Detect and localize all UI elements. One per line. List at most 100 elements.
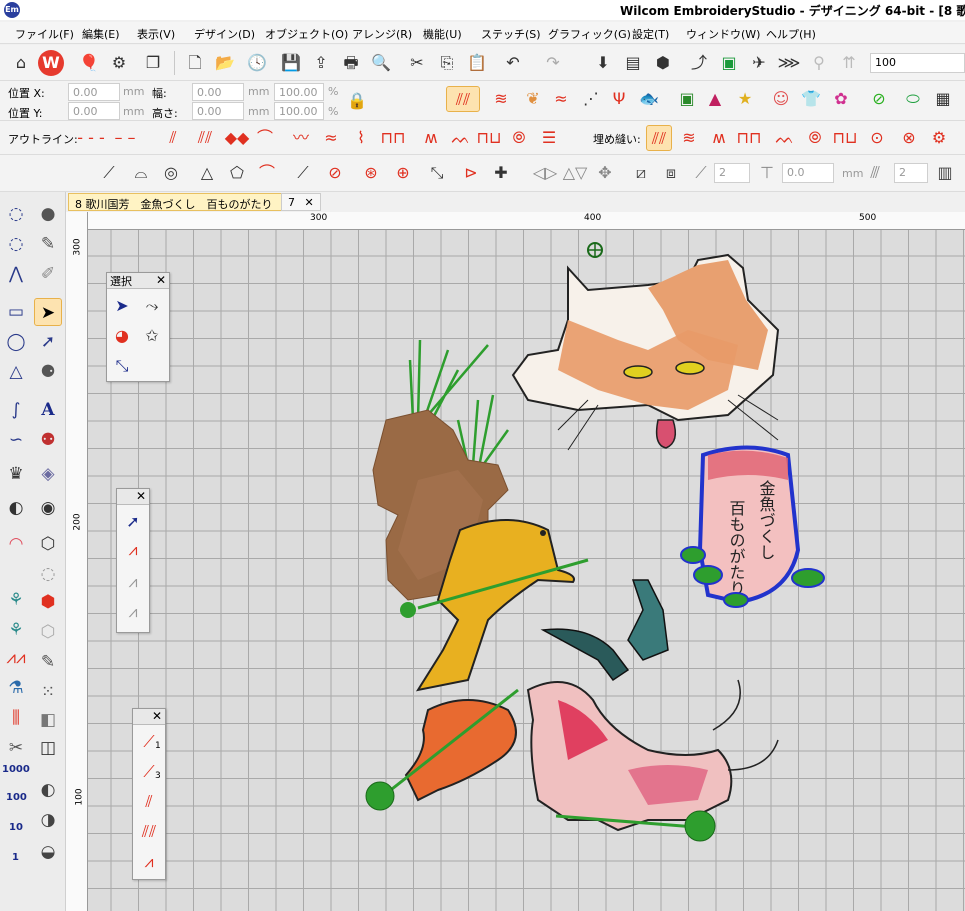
outline-wave-icon[interactable]: 〰 (288, 125, 314, 151)
tools-icon[interactable]: ⚙ (106, 50, 132, 76)
stitch-player-icon[interactable]: ◐ (34, 776, 62, 804)
dots-icon[interactable]: ⁙ (34, 678, 62, 706)
hexagon-icon[interactable]: ⬡ (34, 530, 62, 558)
lettering-icon[interactable]: A (34, 396, 62, 424)
stitch-forward-icon[interactable]: ◒ (34, 838, 62, 866)
freehand-icon[interactable]: ∫ (2, 396, 30, 424)
no-color-icon[interactable]: ⊘ (866, 86, 892, 112)
leaf-stitch-icon[interactable]: ❦ (520, 86, 546, 112)
width-field[interactable]: 0.00 (192, 83, 244, 101)
color-drop-icon[interactable]: ● (34, 200, 62, 228)
menu-help[interactable]: ヘルプ(H) (766, 26, 816, 42)
fill-loop-icon[interactable]: ᨓ (772, 125, 798, 151)
curve-tool-icon[interactable]: ∽ (2, 426, 30, 454)
design-canvas[interactable]: 百ものがたり 金魚づくし 選択 ✕ ➤ ⤳ ◕ ✩ ⤡ ✕ ➚ ⩘ ⩘ ⩘ ✕ (88, 230, 965, 911)
menu-design[interactable]: デザイン(D) (194, 26, 255, 42)
outline-satin-raised-icon[interactable]: ⫽⫽ (192, 125, 218, 151)
embroidery-face-icon[interactable]: ☺ (768, 86, 794, 112)
app-logo-icon[interactable]: Em (4, 2, 20, 18)
shield-icon[interactable]: ◠ (2, 530, 30, 558)
outline-arc-icon[interactable]: ⌒ (252, 125, 278, 151)
hexagon-light-icon[interactable]: ⬡ (34, 618, 62, 646)
outline-double-icon[interactable]: ⫽⫽ (136, 819, 162, 845)
brush-icon[interactable]: ✐ (34, 260, 62, 288)
monogram-icon[interactable]: ♛ (2, 460, 30, 488)
input-c-icon[interactable]: ⋀ (2, 260, 30, 288)
satin-stitch-icon[interactable]: ⫽⫽ (446, 86, 480, 112)
stitch-edit-icon[interactable]: ⩘ (120, 537, 146, 563)
shear-icon[interactable]: ⧄ (628, 160, 654, 186)
tab-7[interactable]: 7 ✕ (281, 193, 321, 211)
close-icon[interactable]: ✕ (156, 273, 166, 287)
star-icon[interactable]: ★ (732, 86, 758, 112)
menu-edit[interactable]: 編集(E) (82, 26, 120, 42)
koi-pink[interactable] (526, 679, 779, 842)
fill-satin-icon[interactable]: ⫽⫽ (646, 125, 672, 151)
zigzag-tool-icon[interactable]: ⩘⩘ (2, 644, 30, 672)
fill-square-icon[interactable]: ⊓⊔ (832, 125, 858, 151)
layers-count-field[interactable]: 2 (894, 163, 928, 183)
diamond-icon[interactable]: ◈ (34, 460, 62, 488)
gradient-icon[interactable]: ◧ (34, 706, 62, 734)
reshape-arrow-icon[interactable]: ⤡ (424, 160, 450, 186)
outline-bead-icon[interactable]: ◆◆ (224, 125, 250, 151)
fill-chain-icon[interactable]: ⦾ (802, 125, 828, 151)
break-apart-icon[interactable]: ⊘ (322, 160, 348, 186)
menu-view[interactable]: 表示(V) (137, 26, 175, 42)
digitize-circle-icon[interactable]: ◎ (158, 160, 184, 186)
outline-bar-icon[interactable]: ☰ (536, 125, 562, 151)
fill-comb-icon[interactable]: ⊓⊓ (736, 125, 762, 151)
bead-icon[interactable]: ⚘ (2, 616, 30, 644)
stitch-1000-label[interactable]: 1000 (2, 764, 30, 775)
embroidery-connect-icon[interactable]: ▤ (620, 50, 646, 76)
shape-tools-icon[interactable]: △ (2, 358, 30, 386)
small-fishes[interactable] (540, 579, 669, 682)
stitch-1-label[interactable]: 1 (12, 852, 19, 863)
pos-x-field[interactable]: 0.00 (68, 83, 120, 101)
appliqué-icon[interactable]: ◐ (2, 494, 30, 522)
color-objects-icon[interactable]: ⬢ (650, 50, 676, 76)
spacing-field[interactable]: 0.0 (782, 163, 834, 183)
stop-icon[interactable]: ▣ (716, 50, 742, 76)
close-icon[interactable]: ✕ (305, 196, 314, 209)
zoom-select[interactable]: 100 (870, 53, 965, 73)
step-icon[interactable]: ⇈ (836, 50, 862, 76)
fast-forward-icon[interactable]: ⋙ (776, 50, 802, 76)
sign-embroidery[interactable]: 百ものがたり 金魚づくし (680, 445, 825, 608)
mirror-v-icon[interactable]: △▽ (562, 160, 588, 186)
menu-function[interactable]: 機能(U) (423, 26, 462, 42)
new-file-icon[interactable]: 🗋 (182, 50, 208, 76)
mirror-h-icon[interactable]: ◁▷ (532, 160, 558, 186)
hoop-icon[interactable]: ⬭ (900, 86, 926, 112)
select-polygon-icon[interactable]: ⤳ (139, 293, 165, 319)
menu-object[interactable]: オブジェクト(O) (265, 26, 348, 42)
fish-icon[interactable]: 🐟 (636, 86, 662, 112)
outline-triple-icon[interactable]: – – – (108, 125, 142, 173)
palette-icon[interactable]: ✿ (828, 86, 854, 112)
offset-icon[interactable]: ⊤ (754, 160, 780, 186)
cat-embroidery[interactable] (511, 253, 780, 451)
close-icon[interactable]: ✕ (152, 709, 162, 723)
node-pentagon-icon[interactable]: ⬠ (224, 160, 250, 186)
wilcom-icon[interactable]: W (38, 50, 64, 76)
reshape-icon[interactable]: ➚ (34, 328, 62, 356)
pos-y-field[interactable]: 0.00 (68, 102, 120, 120)
node-curve-icon[interactable]: ⌒ (254, 160, 280, 186)
digitize-line-icon[interactable]: ⟋ (96, 160, 122, 186)
select-color-icon[interactable]: ◕ (109, 323, 135, 349)
cut-icon[interactable]: ✂ (404, 50, 430, 76)
redo-icon[interactable]: ↷ (540, 50, 566, 76)
stitch-100-label[interactable]: 100 (6, 792, 27, 803)
outline-square-icon[interactable]: ⊓⊔ (476, 125, 502, 151)
balloon-icon[interactable]: 🎈 (76, 50, 102, 76)
grid-icon[interactable]: ▦ (930, 86, 956, 112)
outline-shape-icon[interactable]: ◌ (34, 560, 62, 588)
stitch-back-icon[interactable]: ◑ (34, 806, 62, 834)
envelope-icon[interactable]: ⧈ (658, 160, 684, 186)
outline-comb-icon[interactable]: ⊓⊓ (380, 125, 406, 151)
cursor-object-icon[interactable]: ⚈ (34, 358, 62, 386)
menu-settings[interactable]: 設定(T) (632, 26, 669, 42)
team-names-icon[interactable]: ⚉ (34, 426, 62, 454)
kaleido-icon[interactable]: ✥ (592, 160, 618, 186)
scissors-icon[interactable]: ✂ (2, 734, 30, 762)
